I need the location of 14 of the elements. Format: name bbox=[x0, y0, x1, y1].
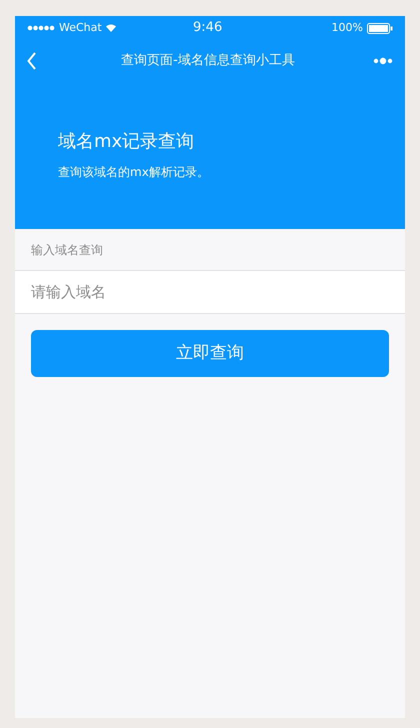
status-time: 9:46 bbox=[193, 19, 222, 38]
hero-subtitle: 查询该域名的mx解析记录。 bbox=[58, 164, 210, 181]
field-label: 输入域名查询 bbox=[31, 242, 103, 258]
page-title: 查询页面-域名信息查询小工具 bbox=[121, 52, 295, 70]
query-button[interactable]: 立即查询 bbox=[31, 330, 389, 377]
hero-title: 域名mx记录查询 bbox=[58, 130, 196, 154]
carrier-name: WeChat bbox=[59, 20, 102, 36]
wifi-icon bbox=[106, 24, 116, 32]
signal-icon bbox=[27, 25, 55, 31]
battery-icon bbox=[367, 22, 393, 34]
back-icon bbox=[27, 52, 37, 70]
domain-input-field[interactable]: 请输入域名 bbox=[15, 270, 405, 314]
battery-percent: 100% bbox=[332, 20, 363, 36]
more-icon bbox=[372, 57, 393, 65]
